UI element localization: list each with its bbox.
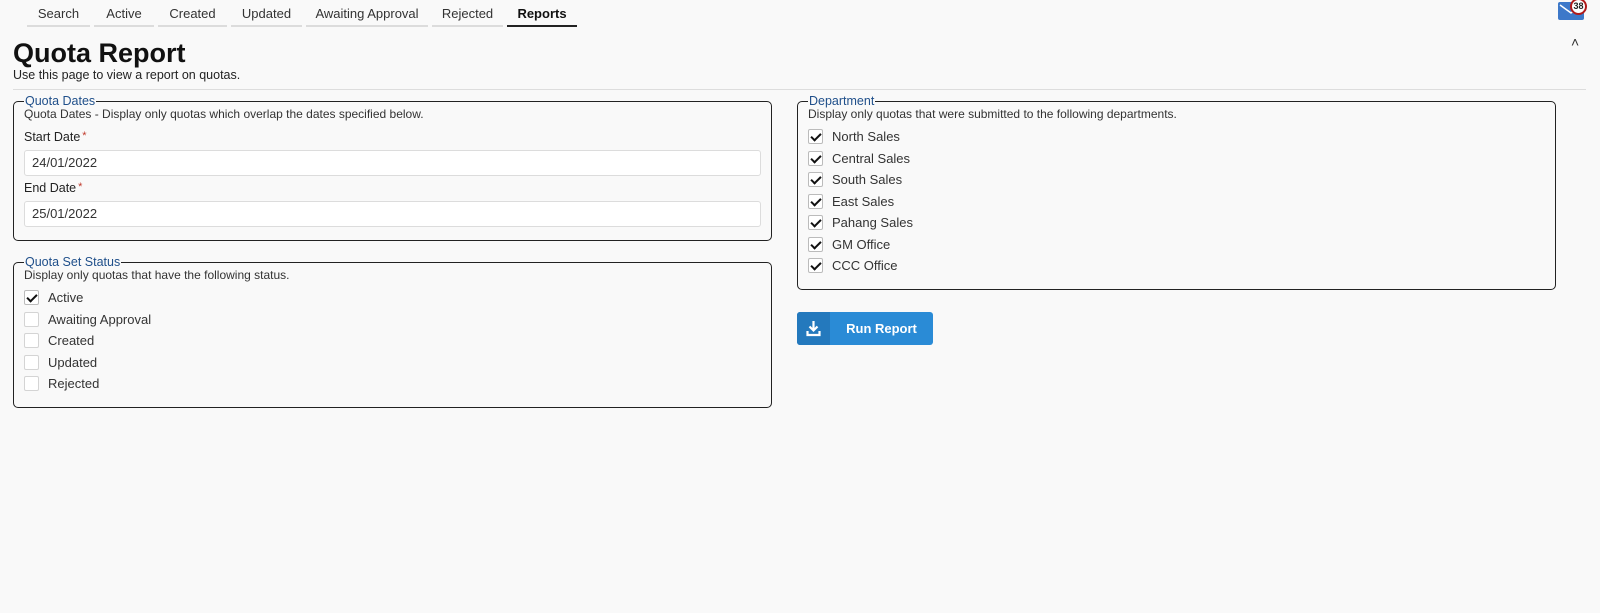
checkbox[interactable] xyxy=(24,333,39,349)
department-item-central-sales[interactable]: Central Sales xyxy=(808,148,1545,170)
quota-dates-description: Quota Dates - Display only quotas which … xyxy=(24,107,424,121)
tab-awaiting-approval[interactable]: Awaiting Approval xyxy=(306,0,428,27)
checkbox-label: Active xyxy=(48,290,84,306)
status-item-awaiting-approval[interactable]: Awaiting Approval xyxy=(24,309,761,331)
tab-active[interactable]: Active xyxy=(94,0,154,27)
start-date-label: Start Date * xyxy=(24,130,87,144)
quota-status-panel: Quota Set Status Display only quotas tha… xyxy=(13,255,772,408)
department-item-east-sales[interactable]: East Sales xyxy=(808,191,1545,213)
checkbox-label: South Sales xyxy=(832,172,903,188)
status-item-rejected[interactable]: Rejected xyxy=(24,373,761,395)
department-legend: Department xyxy=(809,94,875,108)
checkbox[interactable] xyxy=(808,150,823,166)
notification-badge[interactable]: 38 xyxy=(1570,0,1587,15)
tab-updated[interactable]: Updated xyxy=(231,0,302,27)
status-item-active[interactable]: Active xyxy=(24,287,761,309)
required-marker: * xyxy=(82,130,87,142)
checkbox[interactable] xyxy=(808,258,823,274)
download-icon xyxy=(797,312,830,345)
required-marker: * xyxy=(78,181,83,193)
quota-status-description: Display only quotas that have the follow… xyxy=(24,268,290,282)
department-item-gm-office[interactable]: GM Office xyxy=(808,234,1545,256)
department-item-pahang-sales[interactable]: Pahang Sales xyxy=(808,212,1545,234)
department-item-ccc-office[interactable]: CCC Office xyxy=(808,255,1545,277)
page-subtitle: Use this page to view a report on quotas… xyxy=(13,68,241,82)
collapse-icon[interactable]: ˄ xyxy=(1571,34,1579,50)
tab-reports[interactable]: Reports xyxy=(507,0,577,27)
tab-rejected[interactable]: Rejected xyxy=(432,0,503,27)
checkbox-label: Rejected xyxy=(48,376,100,392)
checkbox-label: CCC Office xyxy=(832,258,898,274)
checkbox[interactable] xyxy=(24,376,39,392)
run-report-label: Run Report xyxy=(846,321,917,336)
quota-dates-panel: Quota Dates Quota Dates - Display only q… xyxy=(13,94,772,241)
status-item-created[interactable]: Created xyxy=(24,330,761,352)
checkbox-label: Central Sales xyxy=(832,150,911,166)
quota-dates-legend: Quota Dates xyxy=(25,94,96,108)
department-item-south-sales[interactable]: South Sales xyxy=(808,169,1545,191)
department-panel: Department Display only quotas that were… xyxy=(797,94,1556,290)
tab-created[interactable]: Created xyxy=(158,0,227,27)
start-date-input[interactable]: 24/01/2022 xyxy=(24,150,761,176)
checkbox-label: East Sales xyxy=(832,193,895,209)
tab-bar: Search Active Created Updated Awaiting A… xyxy=(27,0,581,27)
checkbox[interactable] xyxy=(808,193,823,209)
checkbox[interactable] xyxy=(808,172,823,188)
checkbox-label: Awaiting Approval xyxy=(48,311,152,327)
checkbox-label: GM Office xyxy=(832,236,891,252)
end-date-input[interactable]: 25/01/2022 xyxy=(24,201,761,227)
tab-search[interactable]: Search xyxy=(27,0,90,27)
checkbox[interactable] xyxy=(24,354,39,370)
checkbox[interactable] xyxy=(24,311,39,327)
checkbox-label: North Sales xyxy=(832,129,900,145)
checkbox-label: Pahang Sales xyxy=(832,215,913,231)
checkbox[interactable] xyxy=(808,215,823,231)
checkbox-label: Created xyxy=(48,333,95,349)
checkbox[interactable] xyxy=(24,290,39,306)
checkbox-label: Updated xyxy=(48,354,98,370)
department-description: Display only quotas that were submitted … xyxy=(808,107,1177,121)
checkbox[interactable] xyxy=(808,129,823,145)
quota-status-legend: Quota Set Status xyxy=(25,255,121,269)
run-report-button[interactable]: Run Report xyxy=(797,312,933,345)
status-item-updated[interactable]: Updated xyxy=(24,352,761,374)
divider xyxy=(13,89,1586,90)
department-item-north-sales[interactable]: North Sales xyxy=(808,126,1545,148)
checkbox[interactable] xyxy=(808,236,823,252)
end-date-label: End Date * xyxy=(24,181,83,195)
page-title: Quota Report xyxy=(13,38,186,68)
